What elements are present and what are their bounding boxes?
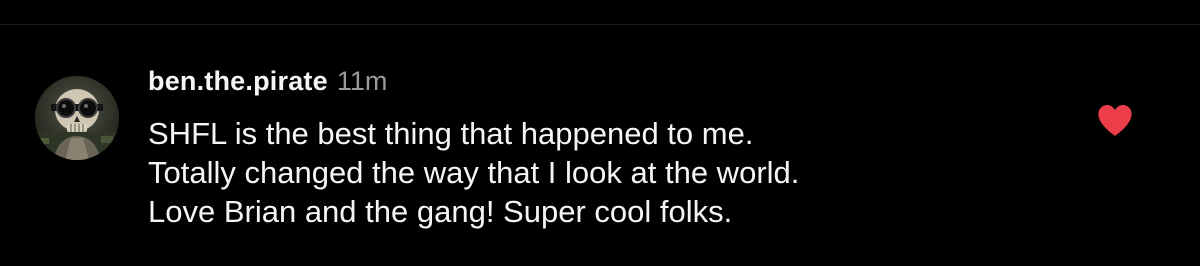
comment-text-line: Love Brian and the gang! Super cool folk… <box>148 194 733 229</box>
comment-text-line: SHFL is the best thing that happened to … <box>148 116 754 151</box>
comment-text: SHFL is the best thing that happened to … <box>148 114 1108 231</box>
skull-avatar-icon <box>35 76 119 160</box>
avatar[interactable] <box>35 76 119 160</box>
like-button[interactable] <box>1096 102 1134 138</box>
comment-row: ben.the.pirate 11m SHFL is the best thin… <box>0 0 1200 266</box>
comment-body: ben.the.pirate 11m SHFL is the best thin… <box>148 66 1108 231</box>
username-link[interactable]: ben.the.pirate <box>148 66 328 97</box>
comment-meta: ben.the.pirate 11m <box>148 66 1108 110</box>
heart-icon <box>1098 104 1132 136</box>
comment-text-line: Totally changed the way that I look at t… <box>148 155 800 190</box>
comment-timestamp: 11m <box>336 66 388 96</box>
